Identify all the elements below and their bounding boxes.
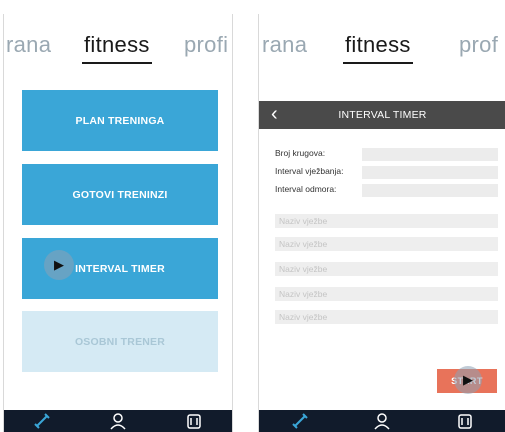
touch-cursor-icon: ▶ (454, 366, 482, 394)
bottom-nav (4, 410, 232, 432)
interval-timer-label: INTERVAL TIMER (75, 262, 165, 275)
rest-interval-input[interactable] (362, 184, 498, 197)
exercise-name-input[interactable]: Naziv vježbe (275, 237, 498, 251)
top-tabs: rana fitness prof (259, 32, 505, 68)
page-title: INTERVAL TIMER (338, 109, 427, 121)
rounds-field-row: Broj krugova: (275, 148, 498, 161)
exercise-name-input[interactable]: Naziv vježbe (275, 214, 498, 228)
work-interval-label: Interval vježbanja: (275, 166, 344, 176)
rest-interval-label: Interval odmora: (275, 184, 337, 194)
dumbbell-icon[interactable] (289, 410, 311, 432)
tab-profil[interactable]: prof (459, 32, 498, 58)
food-icon[interactable] (454, 410, 476, 432)
exercise-name-input[interactable]: Naziv vježbe (275, 310, 498, 324)
tab-fitness[interactable]: fitness (343, 32, 413, 64)
phone-screen-fitness-menu: rana fitness profi PLAN TRENINGA GOTOVI … (3, 14, 233, 432)
food-icon[interactable] (183, 410, 205, 432)
rest-interval-field-row: Interval odmora: (275, 184, 498, 197)
touch-cursor-icon: ▶ (44, 250, 74, 280)
top-tabs: rana fitness profi (4, 32, 232, 68)
tab-rana[interactable]: rana (262, 32, 307, 58)
rounds-label: Broj krugova: (275, 148, 326, 158)
dumbbell-icon[interactable] (31, 410, 53, 432)
phone-screen-interval-timer: rana fitness prof ‹ INTERVAL TIMER Broj … (258, 14, 505, 432)
tab-profil[interactable]: profi (184, 32, 228, 58)
exercise-name-input[interactable]: Naziv vježbe (275, 262, 498, 276)
title-bar: ‹ INTERVAL TIMER (259, 101, 505, 129)
user-icon[interactable] (107, 410, 129, 432)
rounds-input[interactable] (362, 148, 498, 161)
tab-fitness[interactable]: fitness (82, 32, 152, 64)
exercise-name-input[interactable]: Naziv vježbe (275, 287, 498, 301)
user-icon[interactable] (371, 410, 393, 432)
plan-treninga-button[interactable]: PLAN TRENINGA (22, 90, 218, 151)
gotovi-treninzi-button[interactable]: GOTOVI TRENINZI (22, 164, 218, 225)
work-interval-field-row: Interval vježbanja: (275, 166, 498, 179)
osobni-trener-button: OSOBNI TRENER (22, 311, 218, 372)
work-interval-input[interactable] (362, 166, 498, 179)
tab-rana[interactable]: rana (6, 32, 51, 58)
bottom-nav (259, 410, 505, 432)
